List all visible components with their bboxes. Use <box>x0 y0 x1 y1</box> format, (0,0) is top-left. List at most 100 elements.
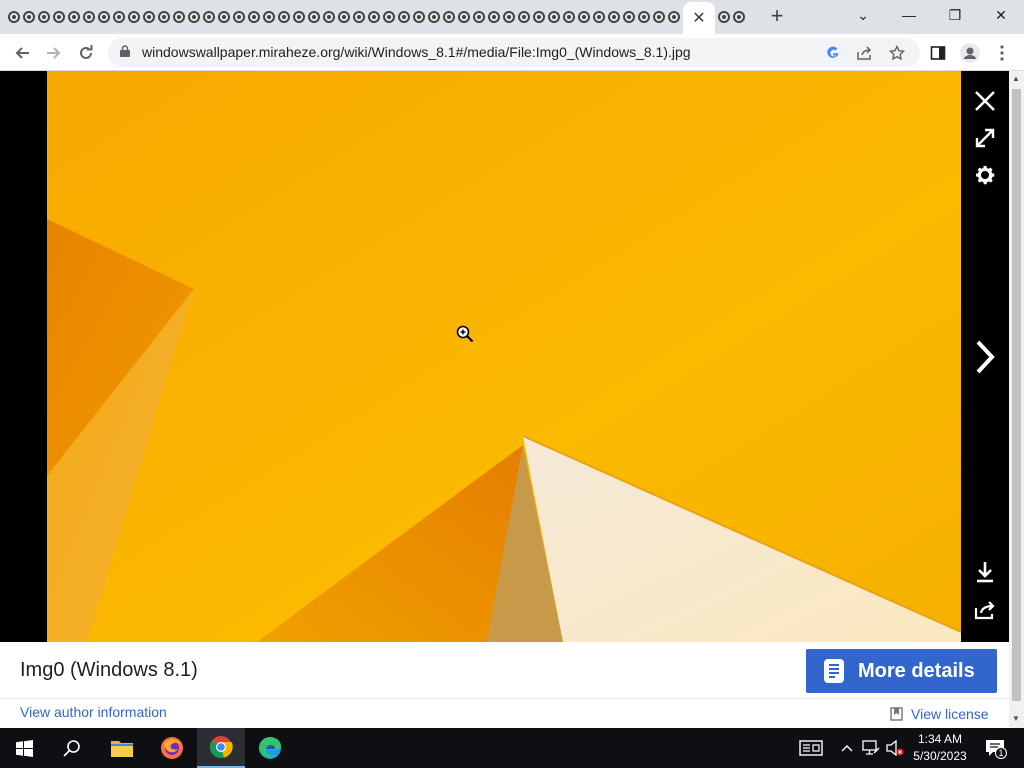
side-panel-button[interactable] <box>924 39 952 67</box>
close-viewer-button[interactable] <box>961 85 1009 117</box>
tab[interactable] <box>381 6 396 28</box>
fullscreen-button[interactable] <box>961 122 1009 154</box>
menu-button[interactable] <box>988 39 1016 67</box>
tab[interactable] <box>666 6 681 28</box>
scroll-thumb[interactable] <box>1012 89 1021 701</box>
tab[interactable] <box>321 6 336 28</box>
show-hidden-icons-button[interactable] <box>838 728 856 768</box>
wallpaper-image[interactable] <box>47 71 961 642</box>
tab[interactable] <box>171 6 186 28</box>
tab[interactable] <box>21 6 36 28</box>
new-tab-button[interactable]: + <box>765 5 789 29</box>
tab[interactable] <box>546 6 561 28</box>
tab[interactable] <box>276 6 291 28</box>
tab[interactable] <box>411 6 426 28</box>
bookmark-star-icon[interactable] <box>886 42 908 64</box>
settings-button[interactable] <box>961 159 1009 191</box>
tab[interactable] <box>636 6 651 28</box>
tab[interactable] <box>216 6 231 28</box>
page-scrollbar[interactable]: ▲ ▼ <box>1009 71 1024 728</box>
tab[interactable] <box>651 6 666 28</box>
tab[interactable] <box>396 6 411 28</box>
tab[interactable] <box>561 6 576 28</box>
tab[interactable] <box>291 6 306 28</box>
network-button[interactable] <box>860 728 882 768</box>
tab[interactable] <box>351 6 366 28</box>
profile-button[interactable] <box>956 39 984 67</box>
tab[interactable] <box>471 6 486 28</box>
active-tab[interactable]: ✕ <box>683 2 715 34</box>
lock-icon[interactable] <box>120 45 130 57</box>
download-button[interactable] <box>961 556 1009 588</box>
tab[interactable] <box>576 6 591 28</box>
search-button[interactable] <box>48 728 96 768</box>
file-explorer-button[interactable] <box>98 728 146 768</box>
favicon-icon <box>37 11 50 23</box>
volume-button[interactable] <box>884 728 906 768</box>
tab-search-button[interactable]: ⌄ <box>840 0 886 30</box>
google-translate-icon[interactable] <box>822 42 844 64</box>
favicon-icon <box>172 11 185 23</box>
close-icon <box>975 91 995 111</box>
file-details-icon <box>824 659 844 683</box>
tab[interactable] <box>366 6 381 28</box>
tab[interactable] <box>246 6 261 28</box>
next-image-button[interactable] <box>961 339 1009 375</box>
tab[interactable] <box>186 6 201 28</box>
start-button[interactable] <box>0 728 48 768</box>
url-text[interactable]: windowswallpaper.miraheze.org/wiki/Windo… <box>142 44 691 60</box>
favicon-icon <box>262 11 275 23</box>
share-viewer-button[interactable] <box>961 594 1009 626</box>
tab[interactable] <box>36 6 51 28</box>
tab[interactable] <box>51 6 66 28</box>
tab[interactable] <box>141 6 156 28</box>
tab[interactable] <box>306 6 321 28</box>
more-details-button[interactable]: More details <box>806 649 997 693</box>
tab[interactable] <box>111 6 126 28</box>
tab[interactable] <box>231 6 246 28</box>
address-bar[interactable]: windowswallpaper.miraheze.org/wiki/Windo… <box>108 38 920 67</box>
share-icon[interactable] <box>854 42 876 64</box>
back-button[interactable] <box>8 39 36 67</box>
scroll-down-icon[interactable]: ▼ <box>1012 714 1020 723</box>
tab[interactable] <box>621 6 636 28</box>
firefox-button[interactable] <box>148 728 196 768</box>
tab[interactable] <box>156 6 171 28</box>
tab[interactable] <box>501 6 516 28</box>
tab[interactable] <box>426 6 441 28</box>
close-window-button[interactable]: ✕ <box>978 0 1024 30</box>
avatar-icon <box>960 43 980 63</box>
tab[interactable] <box>201 6 216 28</box>
system-clock[interactable]: 1:34 AM 5/30/2023 <box>907 731 973 765</box>
news-widget-button[interactable] <box>796 728 826 768</box>
tab[interactable] <box>716 6 731 28</box>
favicon-icon <box>397 11 410 23</box>
tab[interactable] <box>96 6 111 28</box>
license-link[interactable]: View license <box>890 706 989 722</box>
tab[interactable] <box>336 6 351 28</box>
author-info-link[interactable]: View author information <box>20 704 167 720</box>
restore-button[interactable]: ❐ <box>932 0 978 30</box>
forward-button[interactable] <box>40 39 68 67</box>
tab[interactable] <box>606 6 621 28</box>
reload-button[interactable] <box>72 39 100 67</box>
notifications-button[interactable]: 1 <box>980 728 1010 768</box>
chrome-button[interactable] <box>197 728 245 768</box>
tab[interactable] <box>731 6 746 28</box>
tab[interactable] <box>456 6 471 28</box>
tab[interactable] <box>6 6 21 28</box>
tab[interactable] <box>591 6 606 28</box>
edge-button[interactable] <box>246 728 294 768</box>
tab[interactable] <box>486 6 501 28</box>
scroll-up-icon[interactable]: ▲ <box>1012 74 1020 83</box>
tab[interactable] <box>66 6 81 28</box>
tab[interactable] <box>531 6 546 28</box>
close-tab-icon[interactable]: ✕ <box>692 8 705 28</box>
minimize-button[interactable]: — <box>886 0 932 30</box>
favicon-icon <box>472 11 485 23</box>
tab[interactable] <box>261 6 276 28</box>
tab[interactable] <box>516 6 531 28</box>
tab[interactable] <box>81 6 96 28</box>
tab[interactable] <box>126 6 141 28</box>
tab[interactable] <box>441 6 456 28</box>
